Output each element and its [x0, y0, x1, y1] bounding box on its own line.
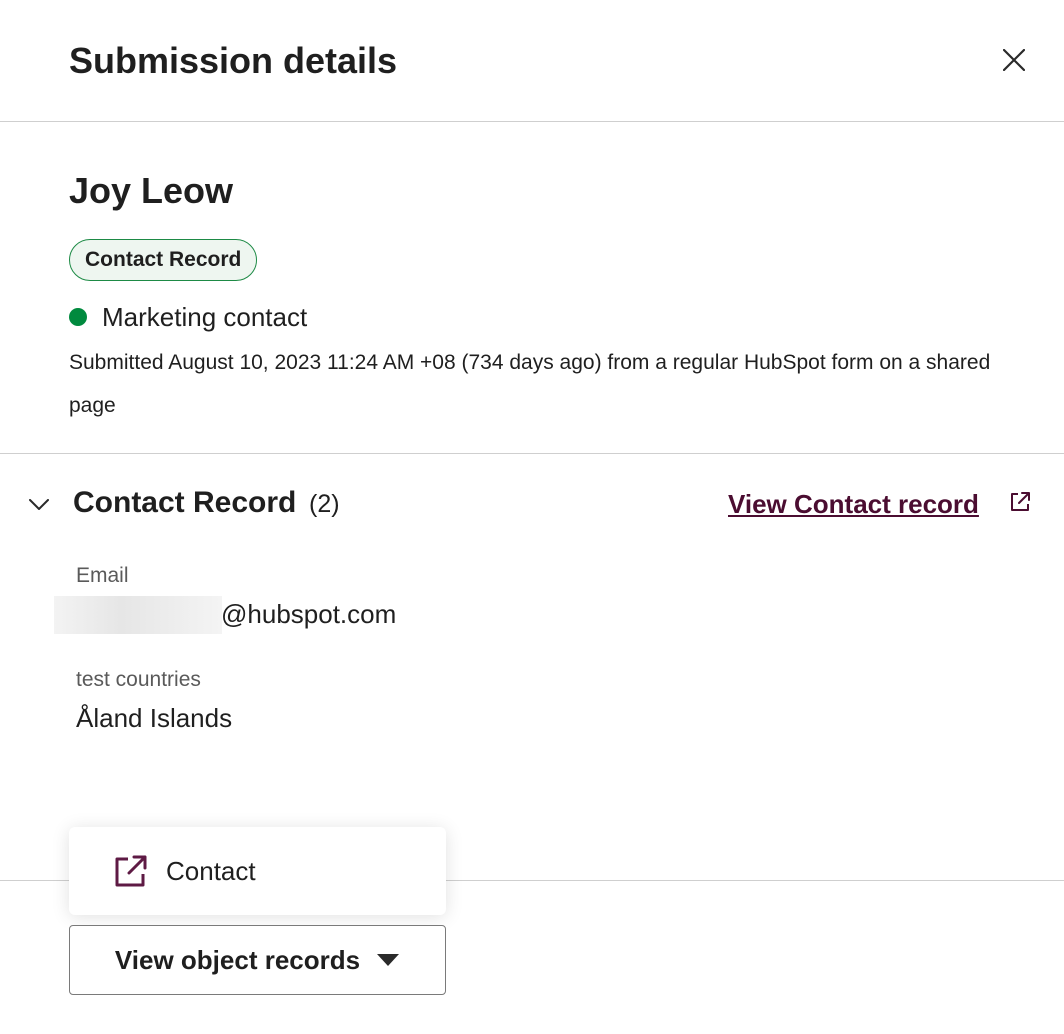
menu-item-label: Contact: [166, 855, 256, 886]
menu-item-contact[interactable]: Contact: [69, 827, 446, 915]
panel-title: Submission details: [69, 40, 398, 81]
panel-header: Submission details: [0, 0, 1064, 122]
section-count: (2): [309, 490, 340, 518]
view-contact-record-link[interactable]: View Contact record: [728, 489, 979, 520]
record-type-badge: Contact Record: [69, 239, 258, 281]
contact-name: Joy Leow: [69, 170, 234, 211]
close-button[interactable]: [996, 42, 1032, 78]
object-records-menu: Contact: [69, 827, 446, 915]
collapse-toggle[interactable]: [24, 490, 54, 520]
caret-down-icon: [377, 954, 400, 966]
close-icon: [1003, 49, 1025, 71]
status-dot-icon: [69, 308, 87, 326]
status-text: Marketing contact: [102, 301, 308, 332]
redacted-email-prefix: [54, 596, 222, 634]
submission-info: Submitted August 10, 2023 11:24 AM +08 (…: [69, 351, 991, 417]
external-link-icon[interactable]: [1008, 490, 1032, 514]
email-label: Email: [76, 564, 129, 587]
view-object-records-label: View object records: [114, 944, 361, 975]
test-countries-label: test countries: [76, 668, 201, 691]
email-value: @hubspot.com: [221, 599, 397, 629]
external-link-icon: [115, 855, 147, 887]
view-object-records-button[interactable]: View object records: [69, 925, 446, 995]
chevron-down-icon: [29, 499, 49, 510]
section-title: Contact Record: [73, 486, 297, 519]
contact-record-section-header: Contact Record (2) View Contact record: [0, 470, 1064, 538]
test-countries-value: Åland Islands: [76, 703, 233, 733]
marketing-status: Marketing contact: [69, 300, 307, 334]
submission-summary: Joy Leow Contact Record Marketing contac…: [0, 122, 1064, 454]
